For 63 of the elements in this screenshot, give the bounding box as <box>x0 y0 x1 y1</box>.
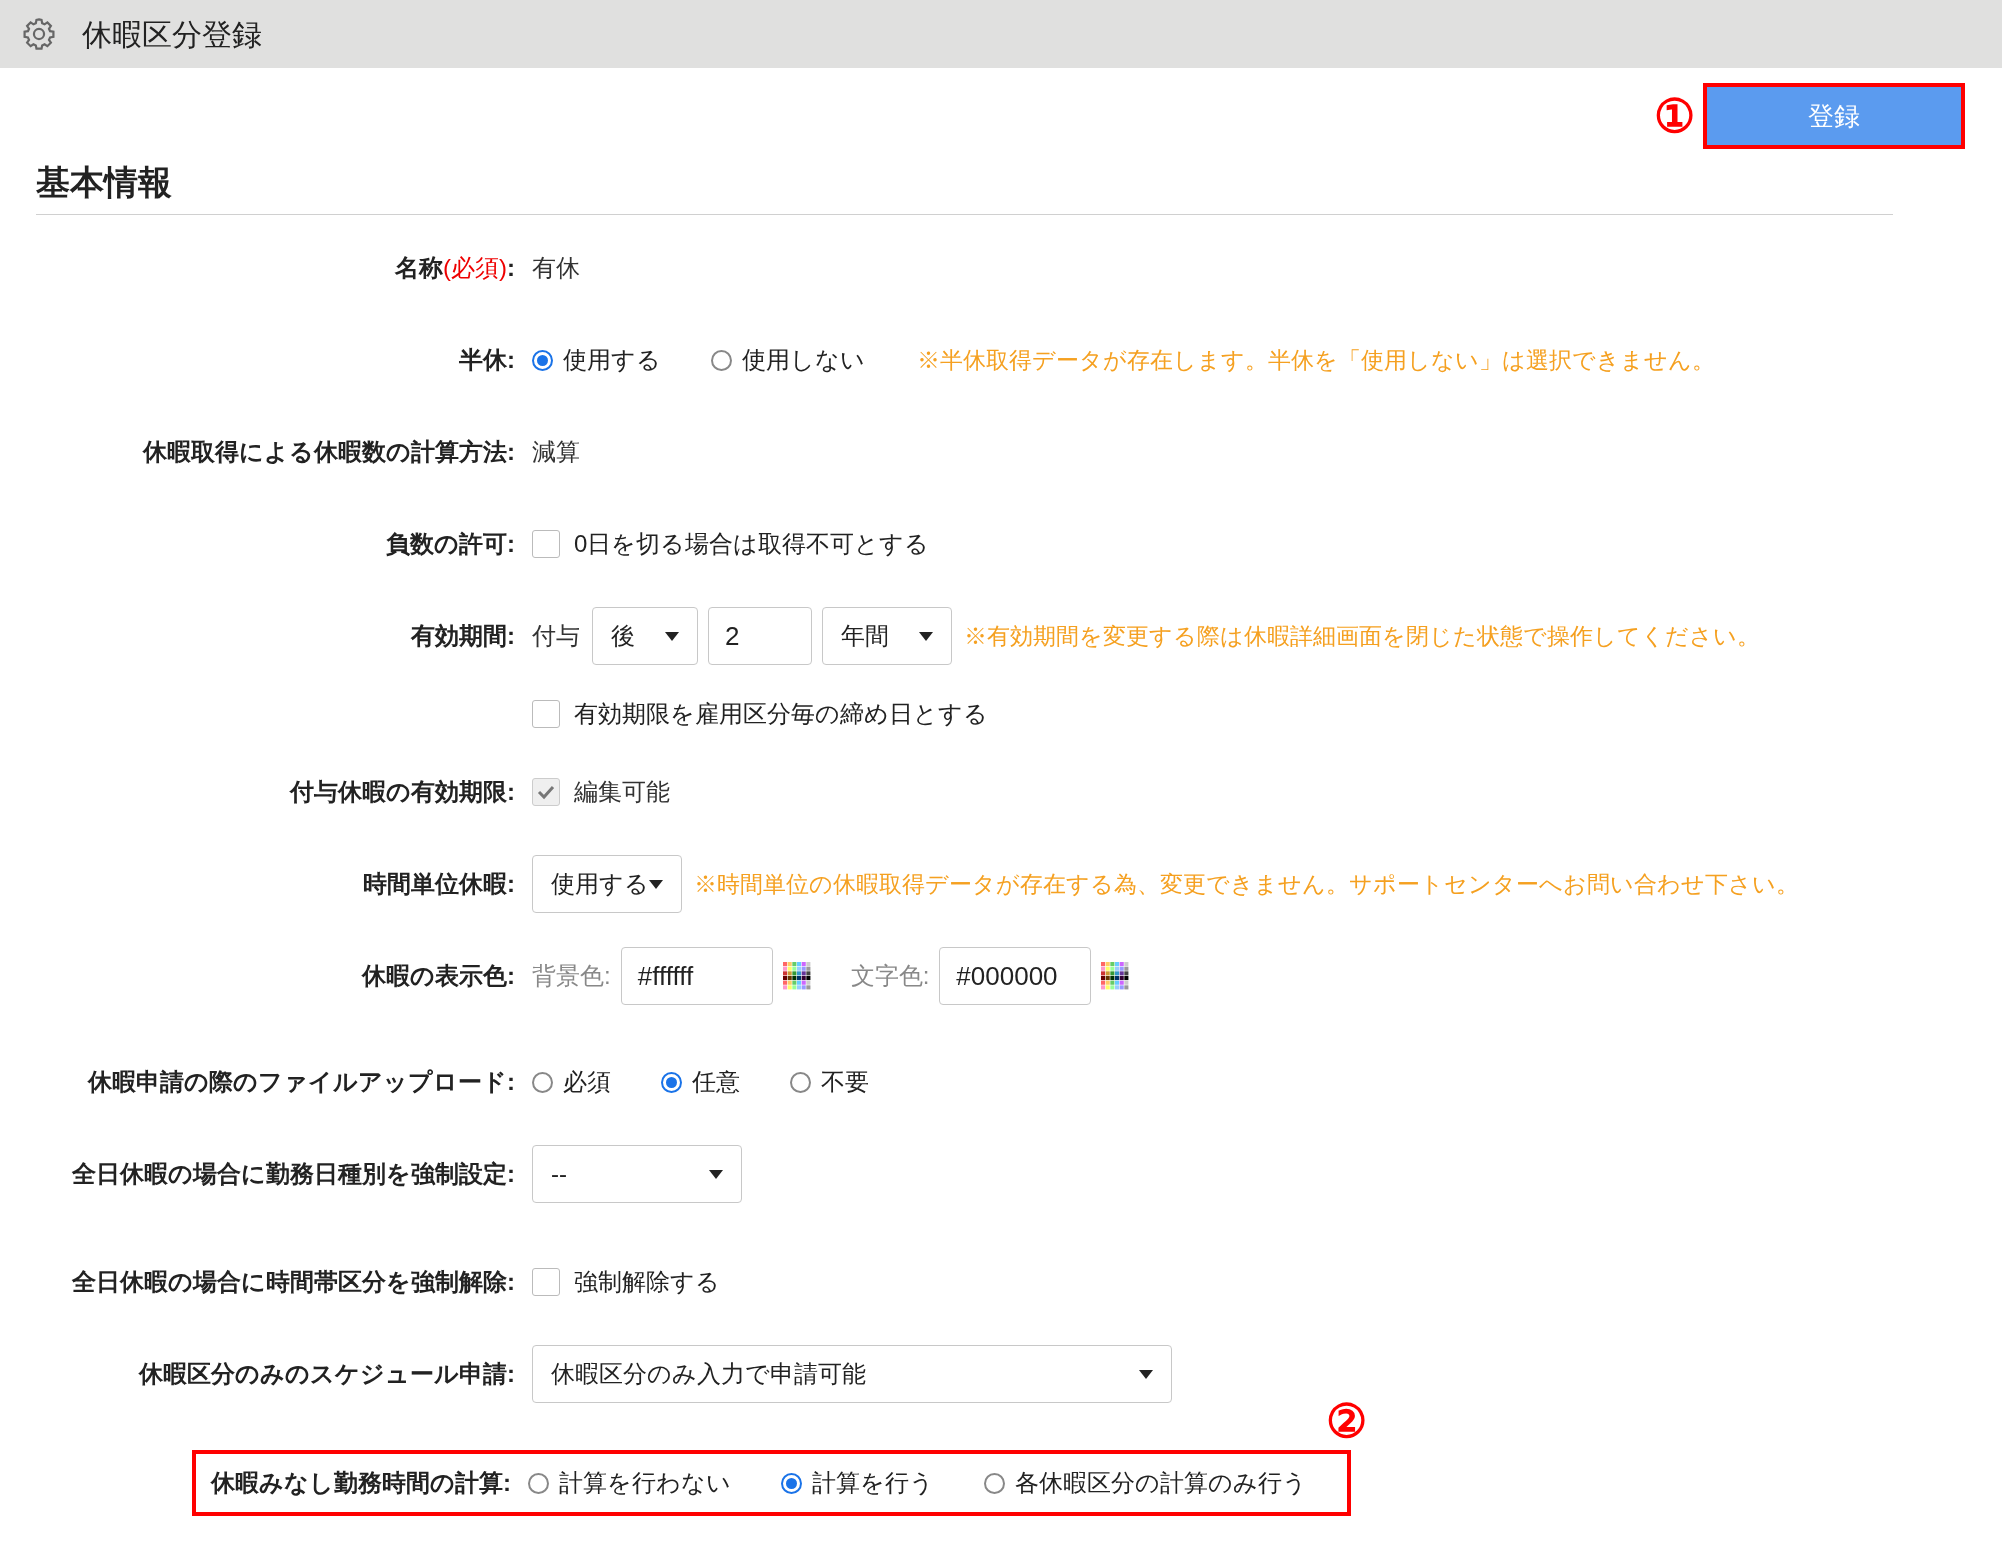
caret-icon <box>665 631 679 641</box>
radio-option[interactable]: 任意 <box>661 1064 740 1100</box>
checkbox-option[interactable]: 強制解除する <box>532 1264 720 1300</box>
radio-option[interactable]: 不要 <box>790 1064 869 1100</box>
dropdown[interactable]: 休暇区分のみ入力で申請可能 <box>532 1345 1172 1403</box>
checkbox-option[interactable]: 有効期限を雇用区分毎の締め日とする <box>532 696 988 732</box>
caret-icon <box>1139 1369 1153 1379</box>
field-label: 全日休暇の場合に時間帯区分を強制解除: <box>72 1267 515 1297</box>
checkbox[interactable] <box>532 530 560 558</box>
notice-text: ※半休取得データが存在します。半休を「使用しない」は選択できません。 <box>917 345 1715 375</box>
radio-button[interactable] <box>532 349 553 371</box>
radio-button[interactable] <box>528 1472 549 1494</box>
radio-button[interactable] <box>984 1472 1005 1494</box>
input-field[interactable]: #ffffff <box>620 947 773 1005</box>
radio-option[interactable]: 計算を行わない <box>528 1465 731 1501</box>
radio-option[interactable]: 必須 <box>532 1064 611 1100</box>
dropdown[interactable]: -- <box>532 1145 742 1203</box>
radio-button[interactable] <box>661 1071 682 1093</box>
color-caption: 文字色: <box>850 961 930 991</box>
caret-icon <box>709 1169 723 1179</box>
color-palette-icon[interactable] <box>782 962 811 990</box>
field-label: 有効期間: <box>411 621 515 651</box>
color-caption: 背景色: <box>532 961 611 991</box>
settings-icon[interactable] <box>20 15 58 53</box>
caret-icon <box>919 631 933 641</box>
notice-text: ※有効期間を変更する際は休暇詳細画面を閉じた状態で操作してください。 <box>964 621 1760 651</box>
dropdown[interactable]: 使用する <box>532 855 682 913</box>
checkbox-option[interactable]: 0日を切る場合は取得不可とする <box>532 526 930 562</box>
radio-option[interactable]: 各休暇区分の計算のみ行う <box>984 1465 1307 1501</box>
field-label: 時間単位休暇: <box>363 869 515 899</box>
value-text: 減算 <box>532 437 580 467</box>
annotation-number: ① <box>1654 93 1695 139</box>
value-text: 有休 <box>532 253 580 283</box>
radio-button[interactable] <box>790 1071 811 1093</box>
radio-option[interactable]: 計算を行う <box>781 1465 934 1501</box>
radio-button[interactable] <box>781 1472 802 1494</box>
field-label: 名称(必須): <box>395 253 515 283</box>
radio-button[interactable] <box>532 1071 553 1093</box>
dropdown[interactable]: 年間 <box>822 607 952 665</box>
field-label: 付与休暇の有効期限: <box>290 777 515 807</box>
field-label: 全日休暇の場合に勤務日種別を強制設定: <box>72 1159 515 1189</box>
field-label: 休暇取得による休暇数の計算方法: <box>143 437 515 467</box>
field-label: 休暇区分のみのスケジュール申請: <box>139 1359 515 1389</box>
input-field[interactable]: 2 <box>708 607 812 665</box>
notice-text: ※時間単位の休暇取得データが存在する為、変更できません。サポートセンターへお問い合わせ下さい。 <box>694 869 1799 899</box>
value-text: 付与 <box>532 621 580 651</box>
page-title: 休暇区分登録 <box>82 16 262 53</box>
color-palette-icon[interactable] <box>1101 962 1130 990</box>
annotation-number: ② <box>1326 1398 1367 1444</box>
caret-icon <box>649 879 663 889</box>
radio-option[interactable]: 使用しない <box>711 342 865 378</box>
dropdown[interactable]: 後 <box>592 607 698 665</box>
field-label: 半休: <box>459 345 515 375</box>
radio-option[interactable]: 使用する <box>532 342 661 378</box>
checkbox[interactable] <box>532 700 560 728</box>
field-label: 休暇みなし勤務時間の計算: <box>211 1468 511 1498</box>
section-title: 基本情報 <box>36 157 1893 215</box>
checkbox[interactable] <box>532 1268 560 1296</box>
field-label: 休暇申請の際のファイルアップロード: <box>88 1067 515 1097</box>
radio-button[interactable] <box>711 349 732 371</box>
field-label: 休暇の表示色: <box>362 961 515 991</box>
field-label: 負数の許可: <box>386 529 515 559</box>
input-field[interactable]: #000000 <box>939 947 1092 1005</box>
